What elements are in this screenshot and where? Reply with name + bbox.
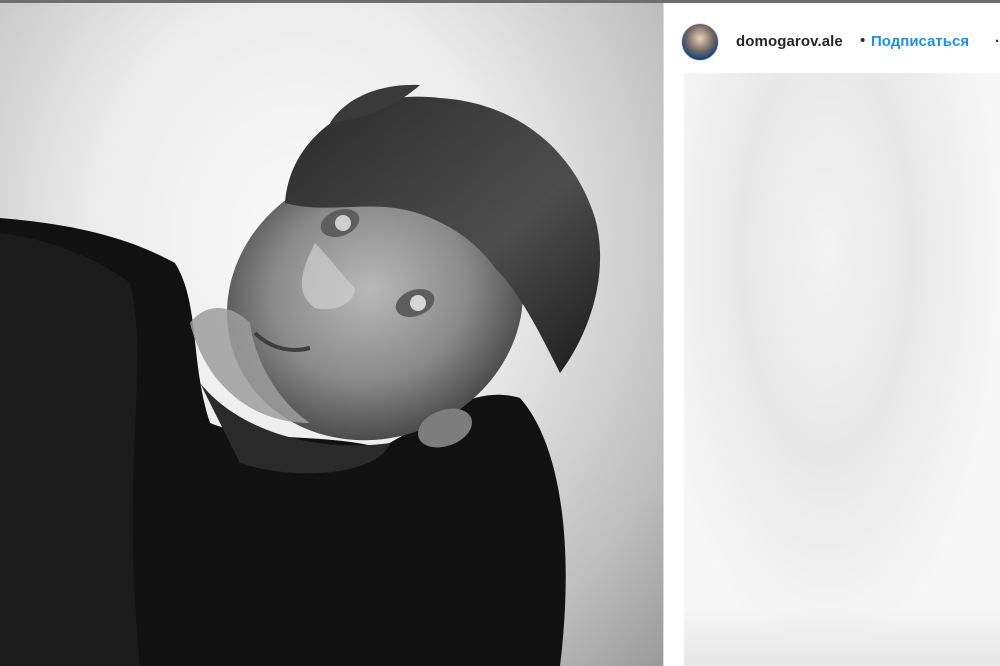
username-link[interactable]: domogarov.ale [736,33,843,50]
portrait-illustration [0,84,601,666]
comments-area-blurred [684,73,1000,666]
ellipsis-icon[interactable]: · [995,33,1000,50]
post-header: domogarov.ale • Подписаться · [664,3,1000,73]
separator-dot: • [860,32,866,49]
post-sidebar: domogarov.ale • Подписаться · [663,3,1000,666]
profile-avatar-icon[interactable] [681,23,719,61]
follow-button[interactable]: Подписаться [871,33,969,50]
post-photo[interactable] [0,3,663,666]
